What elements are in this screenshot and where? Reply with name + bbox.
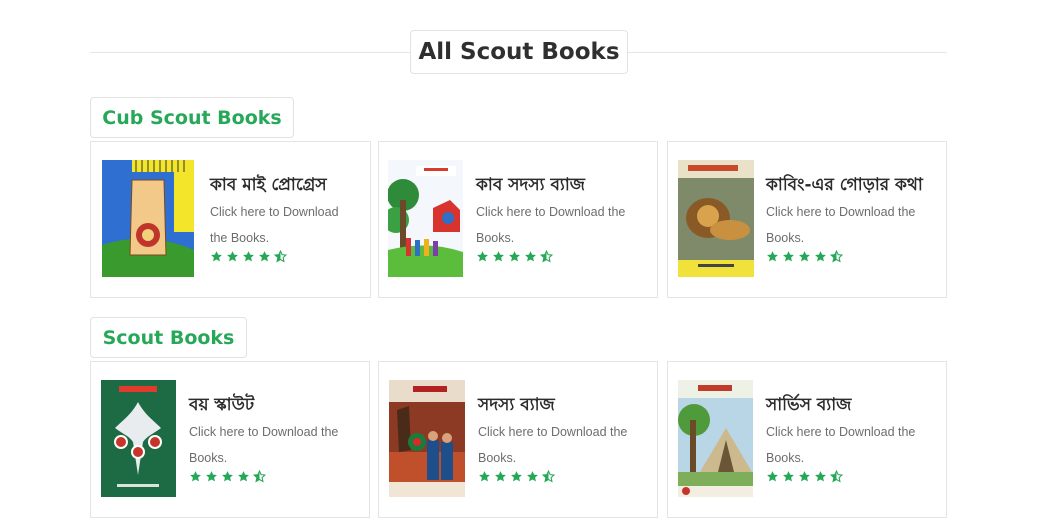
star-icon [477,251,488,262]
star-icon [767,471,778,482]
description-line: Books. [766,231,805,245]
book-title[interactable]: কাব মাই প্রোগ্রেস [210,172,327,200]
star-half-icon [830,470,843,483]
description-line: Books. [476,231,515,245]
book-description[interactable]: Click here to Download the Books. [478,419,627,471]
star-icon [815,471,826,482]
star-icon [190,471,201,482]
page-title: All Scout Books [410,30,628,74]
star-icon [511,471,522,482]
star-icon [783,471,794,482]
description-line: Click here to Download the [189,425,339,439]
book-title[interactable]: বয় স্কাউট [189,392,254,420]
book-cover-lion[interactable] [678,160,754,277]
star-icon [206,471,217,482]
star-icon [238,471,249,482]
book-cover-children-tree[interactable] [388,160,463,277]
star-rating [210,250,287,263]
description-line: Click here to Download the [766,205,916,219]
description-line: Books. [766,451,805,465]
book-title[interactable]: সদস্য ব্যাজ [478,392,555,420]
star-icon [815,251,826,262]
star-icon [479,471,490,482]
star-rating [766,470,843,483]
description-line: Books. [478,451,517,465]
book-card[interactable]: কাব সদস্য ব্যাজ Click here to Download t… [378,141,658,298]
star-icon [767,251,778,262]
description-line: Click here to Download the [478,425,628,439]
description-line: the Books. [210,231,270,245]
description-line: Click here to Download [210,205,339,219]
book-description[interactable]: Click here to Download the Books. [189,419,338,471]
book-card[interactable]: কাবিং-এর গোড়ার কথা Click here to Downlo… [667,141,947,298]
star-icon [493,251,504,262]
book-card[interactable]: বয় স্কাউট Click here to Download the Bo… [90,361,370,518]
section-label-cub-scout-books: Cub Scout Books [90,97,294,138]
book-cover-cub-hand-badge[interactable] [102,160,194,277]
star-icon [227,251,238,262]
star-icon [259,251,270,262]
star-icon [243,251,254,262]
book-description[interactable]: Click here to Download the Books. [766,199,915,251]
description-line: Click here to Download the [476,205,626,219]
book-cover-scout-emblem[interactable] [101,380,176,497]
description-line: Books. [189,451,228,465]
book-description[interactable]: Click here to Download the Books. [476,199,625,251]
book-title[interactable]: সার্ভিস ব্যাজ [766,392,851,420]
star-half-icon [253,470,266,483]
star-icon [222,471,233,482]
star-icon [799,251,810,262]
book-description[interactable]: Click here to Download the Books. [766,419,915,471]
star-half-icon [542,470,555,483]
section-label-scout-books: Scout Books [90,317,247,358]
book-card[interactable]: সদস্য ব্যাজ Click here to Download the B… [378,361,658,518]
book-card[interactable]: কাব মাই প্রোগ্রেস Click here to Download… [90,141,371,298]
star-icon [211,251,222,262]
book-description[interactable]: Click here to Download the Books. [210,199,339,251]
book-card[interactable]: সার্ভিস ব্যাজ Click here to Download the… [667,361,947,518]
star-rating [478,470,555,483]
star-half-icon [830,250,843,263]
description-line: Click here to Download the [766,425,916,439]
star-icon [495,471,506,482]
star-rating [766,250,843,263]
star-rating [476,250,553,263]
star-half-icon [540,250,553,263]
star-icon [525,251,536,262]
book-cover-camp-tent[interactable] [678,380,753,497]
star-icon [527,471,538,482]
book-cover-scouts-saluting[interactable] [389,380,465,497]
book-title[interactable]: কাব সদস্য ব্যাজ [476,172,585,200]
book-title[interactable]: কাবিং-এর গোড়ার কথা [766,172,923,200]
star-icon [799,471,810,482]
star-half-icon [274,250,287,263]
star-icon [509,251,520,262]
page-header: All Scout Books [90,30,947,74]
star-icon [783,251,794,262]
star-rating [189,470,266,483]
